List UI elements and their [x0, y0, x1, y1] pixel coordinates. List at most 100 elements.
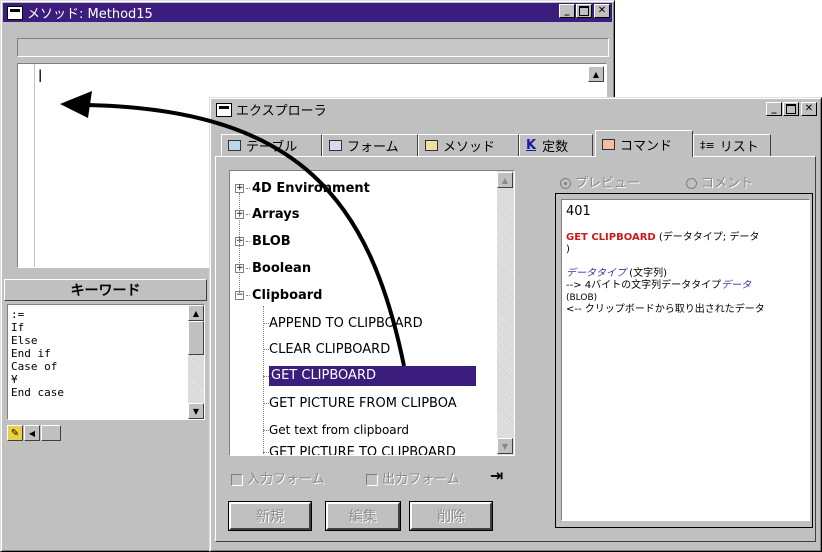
tab-constants[interactable]: K 定数: [519, 134, 593, 156]
keyword-item[interactable]: End if: [11, 347, 64, 360]
tree-connector-line: [239, 193, 240, 293]
explorer-minimize-button[interactable]: _: [766, 102, 782, 116]
preview-param1-desc: --> 4バイトの文字列データタイプデータ: [566, 280, 752, 291]
checkbox-icon: [366, 473, 378, 486]
tab-tables[interactable]: テーブル: [221, 134, 322, 156]
tab-lists[interactable]: ‡≡ リスト: [693, 134, 771, 156]
tab-label: リスト: [719, 140, 759, 155]
preview-param1-link[interactable]: データ: [721, 280, 751, 291]
keyword-panel-header: キーワード: [4, 279, 207, 301]
preview-radio[interactable]: プレビュー: [560, 172, 640, 191]
preview-command-name: GET CLIPBOARD: [566, 232, 656, 243]
delete-button[interactable]: 削除: [409, 501, 493, 531]
input-form-checkbox[interactable]: 入力フォーム: [231, 468, 325, 487]
scroll-left-button[interactable]: ◀: [24, 425, 40, 441]
tree-group-label: Clipboard: [252, 287, 323, 303]
tree-group-blob[interactable]: + BLOB: [235, 228, 291, 254]
tree-group-clipboard[interactable]: − Clipboard: [235, 282, 322, 308]
horizontal-scroll-thumb[interactable]: [41, 425, 61, 441]
method-window-controls: _ ✕: [558, 4, 610, 18]
tree-command-item[interactable]: GET PICTURE FROM CLIPBOA: [263, 390, 457, 416]
editor-gutter: [18, 64, 35, 267]
new-button[interactable]: 新規: [228, 501, 312, 531]
radio-icon: [686, 178, 697, 189]
tree-group-arrays[interactable]: + Arrays: [235, 201, 299, 227]
tree-group-label: 4D Environment: [252, 180, 370, 196]
keyword-panel-title: キーワード: [70, 283, 141, 299]
explorer-window-icon: [216, 102, 232, 117]
maximize-icon: [579, 6, 589, 16]
constant-icon: K: [526, 138, 537, 153]
keyword-panel: キーワード := If Else End if Case of ¥ End ca…: [4, 279, 207, 449]
tab-label: 定数: [542, 140, 569, 155]
triangle-up-icon: ▲: [192, 308, 200, 318]
tree-scroll-up-button[interactable]: ▲: [497, 172, 513, 188]
edit-button[interactable]: 編集: [325, 501, 401, 531]
maximize-button[interactable]: [576, 4, 592, 18]
keyword-scroll-up-button[interactable]: ▲: [188, 305, 204, 321]
pencil-button[interactable]: ✎: [7, 425, 23, 441]
preview-number: 401: [566, 204, 591, 219]
explorer-title: エクスプローラ: [236, 104, 327, 119]
editor-scroll-up-button[interactable]: ▲: [588, 66, 604, 82]
tree-command-item[interactable]: CLEAR CLIPBOARD: [263, 336, 390, 362]
preview-param1-desc-type: (BLOB): [566, 293, 598, 303]
keyword-item[interactable]: If: [11, 321, 64, 334]
close-icon: ✕: [804, 103, 814, 114]
tree-group-boolean[interactable]: + Boolean: [235, 255, 311, 281]
expand-icon[interactable]: +: [235, 183, 244, 193]
form-icon: [329, 140, 342, 151]
preview-pane: 401 GET CLIPBOARD (データタイプ; データ ) データタイプ …: [561, 199, 810, 521]
pencil-icon: ✎: [10, 427, 20, 439]
method-window-titlebar[interactable]: メソッド: Method15: [3, 3, 612, 22]
text-cursor: |: [38, 68, 43, 82]
tab-label: コマンド: [620, 138, 673, 154]
command-tree[interactable]: + 4D Environment + Arrays + BLOB + Boole…: [229, 170, 515, 456]
tab-forms[interactable]: フォーム: [322, 134, 418, 156]
method-window-icon: [7, 5, 23, 20]
keyword-item[interactable]: ¥: [11, 373, 64, 386]
triangle-up-icon: ▲: [501, 175, 509, 185]
tab-label: メソッド: [443, 140, 496, 155]
method-icon: [425, 140, 438, 151]
minimize-icon: _: [564, 5, 570, 16]
close-icon: ✕: [597, 5, 607, 16]
list-icon: ‡≡: [700, 139, 715, 152]
comment-radio[interactable]: コメント: [686, 172, 753, 191]
keyword-scroll-thumb[interactable]: [188, 321, 204, 355]
maximize-icon: [786, 104, 796, 114]
triangle-down-icon: ▼: [192, 406, 200, 416]
keyword-scroll-down-button[interactable]: ▼: [188, 403, 204, 419]
tab-commands[interactable]: コマンド: [595, 130, 693, 157]
tree-group-4d-environment[interactable]: + 4D Environment: [235, 175, 370, 201]
triangle-up-icon: ▲: [592, 69, 600, 79]
triangle-down-icon: ▼: [501, 441, 509, 451]
minimize-button[interactable]: _: [559, 4, 575, 18]
checkbox-icon: [231, 473, 243, 486]
tree-items: + 4D Environment + Arrays + BLOB + Boole…: [230, 171, 494, 455]
table-icon: [228, 140, 241, 151]
keyword-items: := If Else End if Case of ¥ End case: [11, 308, 64, 399]
radio-icon: [560, 178, 571, 189]
keyword-item[interactable]: Case of: [11, 360, 64, 373]
explorer-maximize-button[interactable]: [783, 102, 799, 116]
tree-command-item[interactable]: APPEND TO CLIPBOARD: [263, 310, 423, 336]
insert-arrow-icon: ⇥: [490, 466, 504, 485]
preview-param1-name[interactable]: データタイプ: [566, 268, 626, 279]
close-button[interactable]: ✕: [594, 4, 610, 18]
keyword-item[interactable]: Else: [11, 334, 64, 347]
keyword-item[interactable]: :=: [11, 308, 64, 321]
method-window-title: メソッド: Method15: [27, 7, 153, 22]
tree-command-item[interactable]: GET PICTURE TO CLIPBOARD: [263, 439, 456, 455]
explorer-close-button[interactable]: ✕: [801, 102, 817, 116]
insert-arrow-button[interactable]: ⇥: [490, 466, 503, 485]
method-toolbar-strip: [17, 38, 609, 57]
tree-scroll-down-button[interactable]: ▼: [497, 438, 513, 454]
keyword-list[interactable]: := If Else End if Case of ¥ End case ▲ ▼: [7, 304, 205, 420]
tab-methods[interactable]: メソッド: [418, 134, 519, 156]
tree-scrollbar[interactable]: [497, 171, 514, 455]
tree-command-item-selected[interactable]: GET CLIPBOARD: [263, 363, 476, 389]
keyword-item[interactable]: End case: [11, 386, 64, 399]
explorer-titlebar[interactable]: エクスプローラ: [212, 100, 819, 119]
output-form-checkbox[interactable]: 出力フォーム: [366, 468, 460, 487]
